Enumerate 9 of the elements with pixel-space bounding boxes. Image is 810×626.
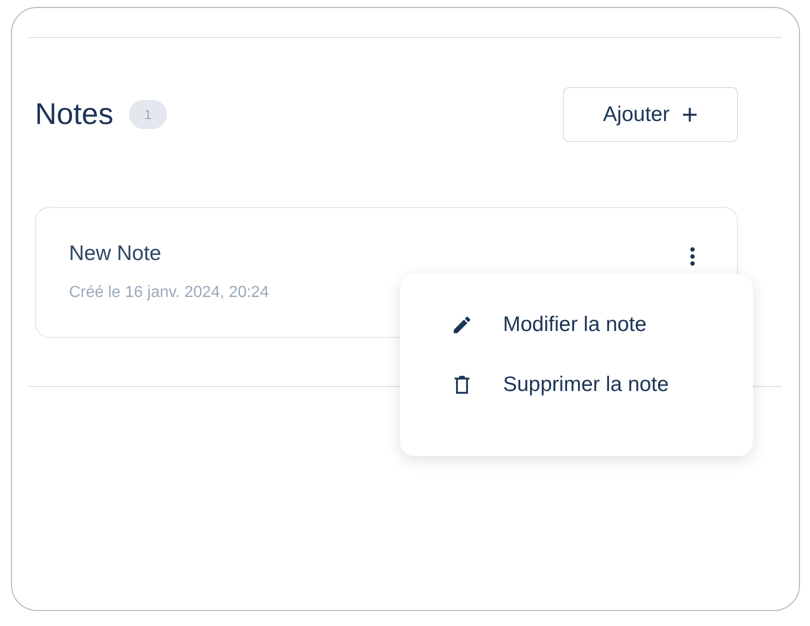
note-title: New Note — [69, 241, 162, 267]
count-badge: 1 — [129, 100, 167, 130]
menu-item[interactable]: Modifier la note — [451, 305, 721, 345]
note-date: Créé le 16 janv. 2024, 20:24 — [69, 282, 269, 302]
section-title: Notes — [35, 97, 114, 133]
more-icon — [690, 246, 694, 266]
add-button[interactable]: Ajouter + — [563, 87, 738, 142]
menu-item[interactable]: Supprimer la note — [451, 365, 721, 405]
pencil-icon — [451, 314, 473, 336]
